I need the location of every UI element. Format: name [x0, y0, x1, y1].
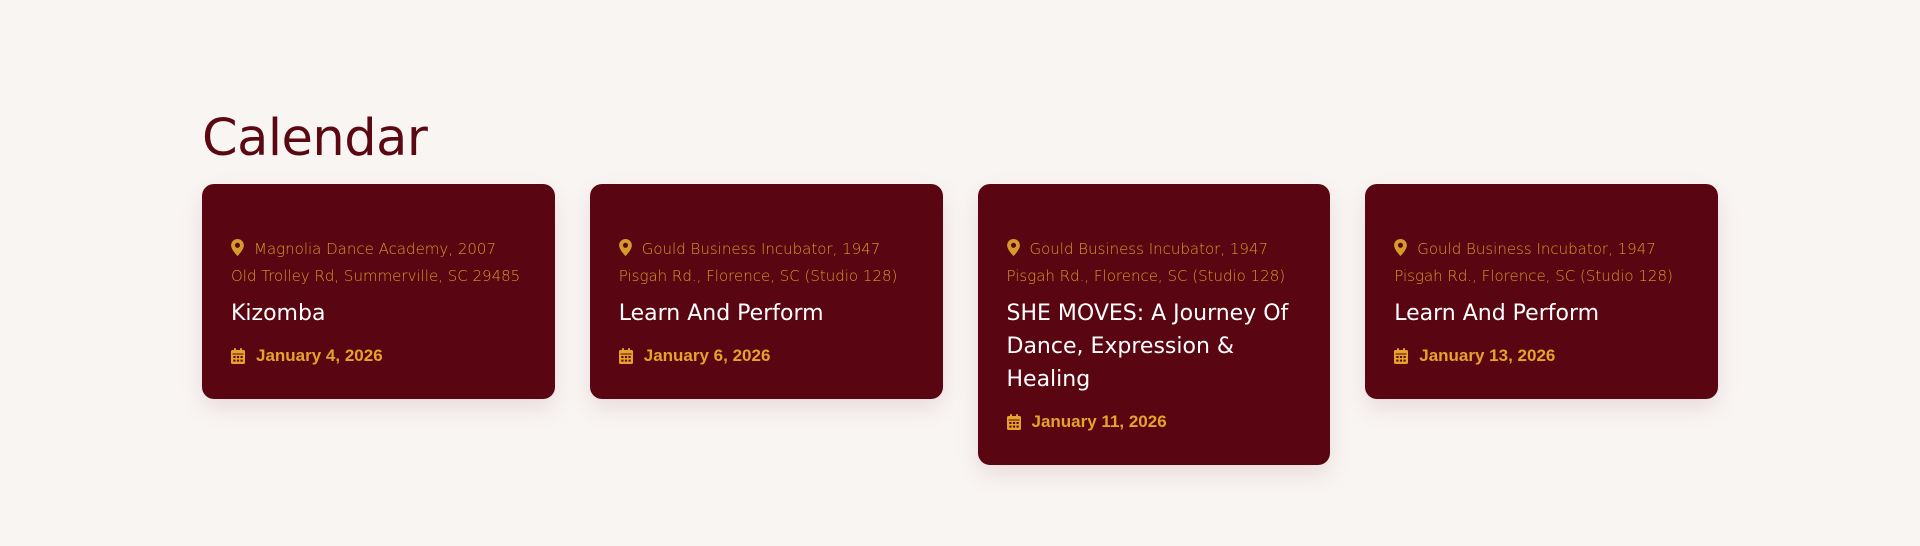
event-card[interactable]: Magnolia Dance Academy, 2007 Old Trolley…: [202, 184, 555, 399]
event-date: January 6, 2026: [618, 345, 914, 367]
event-title[interactable]: Kizomba: [231, 297, 526, 330]
calendar-icon: [231, 348, 245, 364]
event-date-text: January 13, 2026: [1419, 346, 1556, 365]
event-date: January 13, 2026: [1394, 345, 1689, 367]
event-location-text: Magnolia Dance Academy, 2007 Old Trolley…: [231, 240, 521, 285]
event-location-text: Gould Business Incubator, 1947 Pisgah Rd…: [1006, 240, 1286, 285]
event-title[interactable]: SHE MOVES: A Journey Of Dance, Expressio…: [1007, 297, 1302, 396]
calendar-icon: [1394, 348, 1409, 364]
event-location-text: Gould Business Incubator, 1947 Pisgah Rd…: [618, 240, 898, 285]
calendar-icon: [618, 348, 633, 364]
event-date-text: January 11, 2026: [1031, 412, 1167, 431]
page-title: Calendar: [202, 109, 428, 168]
event-date-text: January 6, 2026: [643, 346, 771, 365]
event-location: Gould Business Incubator, 1947 Pisgah Rd…: [1394, 236, 1689, 290]
calendar-section: Calendar Magnolia Dance Academy, 2007 Ol…: [202, 106, 1718, 465]
event-title[interactable]: Learn And Perform: [1394, 297, 1689, 330]
event-title[interactable]: Learn And Perform: [619, 297, 914, 330]
event-card[interactable]: Gould Business Incubator, 1947 Pisgah Rd…: [1365, 184, 1718, 399]
event-location: Gould Business Incubator, 1947 Pisgah Rd…: [619, 236, 914, 290]
event-date: January 4, 2026: [231, 345, 526, 367]
event-card[interactable]: Gould Business Incubator, 1947 Pisgah Rd…: [589, 184, 943, 399]
calendar-icon: [1006, 414, 1021, 430]
event-location: Gould Business Incubator, 1947 Pisgah Rd…: [1007, 236, 1302, 290]
event-location-text: Gould Business Incubator, 1947 Pisgah Rd…: [1394, 240, 1673, 285]
event-date: January 11, 2026: [1006, 411, 1302, 433]
event-location: Magnolia Dance Academy, 2007 Old Trolley…: [231, 236, 526, 290]
event-date-text: January 4, 2026: [256, 346, 383, 365]
event-cards: Magnolia Dance Academy, 2007 Old Trolley…: [202, 184, 1718, 465]
event-card[interactable]: Gould Business Incubator, 1947 Pisgah Rd…: [977, 184, 1331, 465]
